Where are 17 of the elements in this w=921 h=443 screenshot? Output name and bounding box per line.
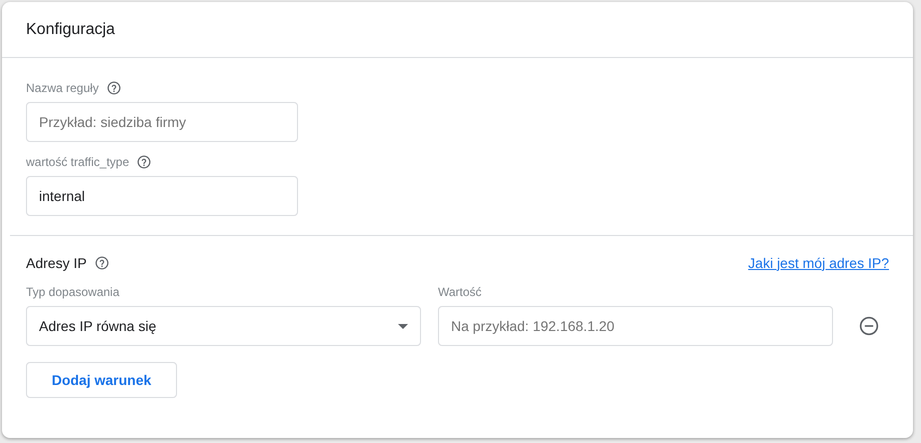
section-title: Adresy IP: [26, 254, 87, 273]
remove-icon[interactable]: [859, 316, 879, 336]
ip-lookup-link[interactable]: Jaki jest mój adres IP?: [748, 252, 889, 274]
card-title: Konfiguracja: [26, 20, 115, 40]
field-label: Wartość: [438, 284, 483, 301]
match-type-dropdown[interactable]: Adres IP równa się: [26, 306, 421, 346]
help-icon[interactable]: [137, 155, 152, 169]
input-field[interactable]: internal: [26, 176, 298, 216]
field-label: Typ dopasowania: [26, 284, 120, 301]
field-label: wartość traffic_type: [26, 154, 130, 171]
add-condition-button[interactable]: Dodaj warunek: [26, 362, 177, 398]
caret-icon: [398, 324, 408, 328]
help-icon[interactable]: [106, 81, 121, 95]
field-label: Nazwa reguły: [26, 80, 99, 97]
input-field[interactable]: Na przykład: 192.168.1.20: [438, 306, 833, 346]
input-field[interactable]: Przykład: siedziba firmy: [26, 102, 298, 142]
help-icon[interactable]: [94, 256, 109, 270]
